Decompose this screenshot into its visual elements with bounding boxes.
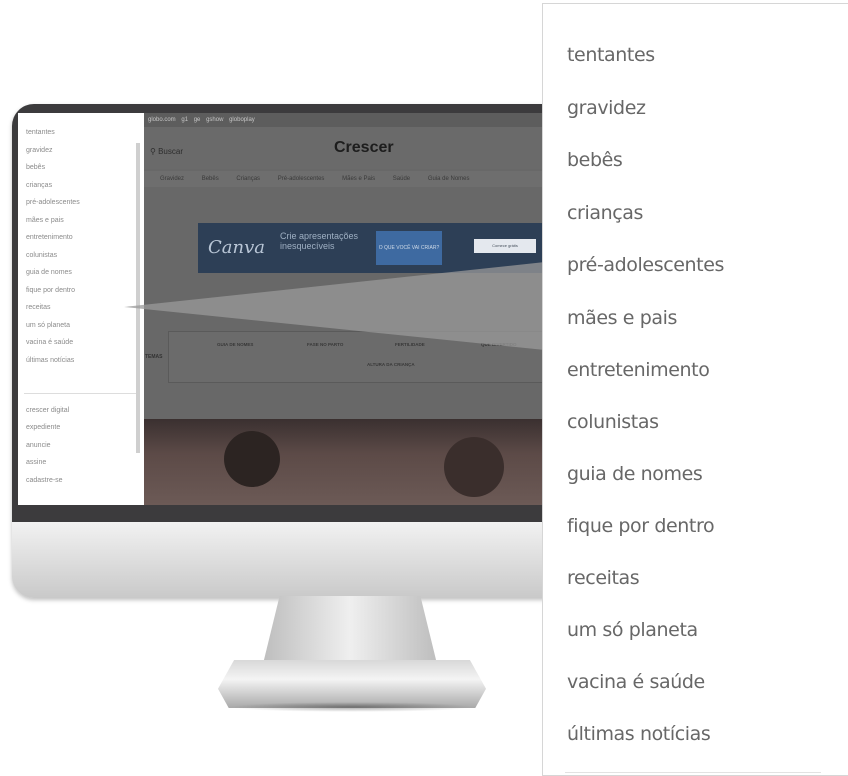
menu-item[interactable]: um só planeta [26, 322, 70, 329]
site-nav: Gravidez Bebês Crianças Pré-adolescentes… [144, 171, 602, 187]
magnified-menu-item[interactable]: colunistas [567, 411, 659, 433]
menu-scrollbar[interactable] [136, 143, 140, 453]
menu-item[interactable]: pré-adolescentes [26, 199, 80, 206]
nav-item[interactable]: Mães e Pais [342, 176, 375, 182]
photo-figure [444, 437, 504, 497]
topics-box: TEMAS GUIA DE NOMES FASE NO PARTO FERTIL… [145, 331, 590, 383]
magnified-menu-item[interactable]: mães e pais [567, 307, 677, 329]
search-button[interactable]: ⚲ Buscar [150, 147, 183, 156]
menu-item[interactable]: últimas notícias [26, 357, 74, 364]
magnified-menu-item[interactable]: vacina é saúde [567, 671, 705, 693]
ad-cta-button[interactable]: O QUE VOCÊ VAI CRIAR? [376, 231, 442, 265]
magnified-menu-item[interactable]: gravidez [567, 97, 646, 119]
globo-topbar: globo.com g1 ge gshow globoplay [144, 113, 602, 127]
topbar-link[interactable]: g1 [181, 117, 188, 123]
topic-link[interactable]: GUIA DE NOMES [217, 342, 253, 347]
search-icon: ⚲ [150, 147, 156, 156]
menu-item[interactable]: colunistas [26, 252, 57, 259]
topic-link[interactable]: FASE NO PARTO [307, 342, 343, 347]
nav-item[interactable]: Guia de Nomes [428, 176, 470, 182]
nav-item[interactable]: Pré-adolescentes [278, 176, 325, 182]
site-logo[interactable]: Crescer [334, 139, 394, 157]
menu-item[interactable]: guia de nomes [26, 269, 72, 276]
menu-item[interactable]: mães e pais [26, 217, 64, 224]
topics-label: TEMAS [145, 354, 163, 360]
magnified-menu-panel: tentantes gravidez bebês crianças pré-ad… [542, 3, 848, 776]
magnified-menu-item[interactable]: crianças [567, 202, 643, 224]
monitor-screen: globo.com g1 ge gshow globoplay ⚲ Buscar… [18, 113, 602, 505]
magnified-menu-item[interactable]: receitas [567, 567, 640, 589]
menu-item[interactable]: fique por dentro [26, 287, 75, 294]
magnified-menu-item[interactable]: tentantes [567, 44, 655, 66]
magnified-menu-item[interactable]: entretenimento [567, 359, 710, 381]
side-menu: tentantes gravidez bebês crianças pré-ad… [18, 113, 144, 505]
stand-shadow [230, 702, 474, 712]
ad-secondary-button[interactable]: Comece grátis [474, 239, 536, 253]
hero-photo [144, 419, 602, 505]
menu-item[interactable]: bebês [26, 164, 45, 171]
monitor-stand-neck [262, 596, 438, 668]
ad-text: Crie apresentações inesquecíveis [280, 231, 359, 251]
magnified-menu-item[interactable]: guia de nomes [567, 463, 703, 485]
topic-link[interactable]: FERTILIDADE [395, 342, 425, 347]
monitor-chin [12, 522, 612, 598]
topbar-link[interactable]: ge [194, 117, 201, 123]
topic-link[interactable]: ALTURA DA CRIANÇA [367, 362, 415, 367]
search-label: Buscar [158, 147, 183, 156]
topbar-link[interactable]: gshow [206, 117, 223, 123]
magnified-divider [565, 772, 821, 773]
nav-item[interactable]: Gravidez [160, 176, 184, 182]
menu-item[interactable]: receitas [26, 304, 51, 311]
menu-item[interactable]: vacina é saúde [26, 339, 73, 346]
magnified-menu-item[interactable]: um só planeta [567, 619, 698, 641]
menu-item[interactable]: expediente [26, 424, 60, 431]
monitor-stand-base [218, 660, 486, 708]
ad-logo: Canva [208, 237, 265, 258]
topbar-link[interactable]: globoplay [229, 117, 255, 123]
nav-item[interactable]: Crianças [236, 176, 260, 182]
photo-figure [224, 431, 280, 487]
menu-item[interactable]: tentantes [26, 129, 55, 136]
magnified-menu-item[interactable]: fique por dentro [567, 515, 715, 537]
menu-item[interactable]: crescer digital [26, 407, 69, 414]
menu-item[interactable]: anuncie [26, 442, 51, 449]
ad-banner[interactable]: Canva Crie apresentações inesquecíveis O… [198, 223, 542, 273]
website-background: globo.com g1 ge gshow globoplay ⚲ Buscar… [144, 113, 602, 505]
menu-divider [24, 393, 138, 394]
menu-item[interactable]: crianças [26, 182, 52, 189]
menu-item[interactable]: gravidez [26, 147, 52, 154]
menu-item[interactable]: cadastre-se [26, 477, 63, 484]
menu-item[interactable]: assine [26, 459, 46, 466]
site-header: ⚲ Buscar Crescer [144, 127, 602, 169]
magnified-menu-item[interactable]: bebês [567, 149, 623, 171]
magnified-menu-item[interactable]: últimas notícias [567, 723, 711, 745]
topic-link[interactable]: QUE DIVERTIDO [481, 342, 517, 347]
nav-item[interactable]: Saúde [393, 176, 410, 182]
nav-item[interactable]: Bebês [202, 176, 219, 182]
topbar-link[interactable]: globo.com [148, 117, 176, 123]
magnified-menu-item[interactable]: pré-adolescentes [567, 254, 724, 276]
menu-item[interactable]: entretenimento [26, 234, 73, 241]
